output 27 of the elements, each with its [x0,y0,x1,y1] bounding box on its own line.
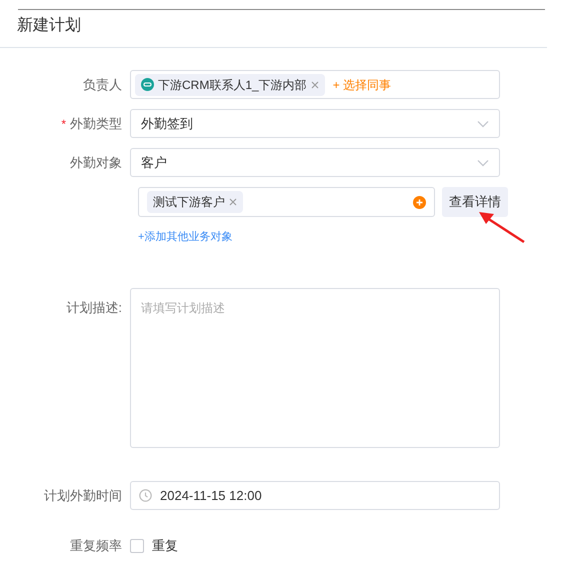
select-field[interactable]: 外勤签到 [130,109,500,138]
select-field[interactable]: 客户 [130,148,500,177]
field-label: 计划外勤时间 [44,486,122,505]
checkbox-label: 重复 [152,537,178,556]
chevron-down-icon [477,120,489,128]
view-details-button[interactable]: 查看详情 [442,187,508,217]
close-icon[interactable] [310,80,319,88]
close-icon[interactable] [229,198,237,206]
datetime-field[interactable]: 2024-11-15 12:00 [130,481,500,510]
field-label: 重复频率 [70,537,122,556]
assignee-field[interactable]: 下游CRM联系人1_下游内部 + 选择同事 [130,70,500,99]
description-field[interactable]: 请填写计划描述 [130,288,500,448]
avatar-icon [141,78,154,91]
required-mark: * [61,116,66,132]
field-label: 外勤对象 [70,154,122,172]
object-field[interactable]: 测试下游客户 [138,187,435,217]
field-label: 计划描述: [66,299,122,317]
add-icon[interactable] [413,196,426,208]
page-title: 新建计划 [17,17,81,34]
pointer-arrow-icon [478,210,526,244]
clock-icon [139,489,152,502]
chevron-down-icon [477,158,489,166]
tag-chip: 测试下游客户 [147,191,243,213]
field-label: 外勤类型 [70,114,122,133]
field-label: 负责人 [83,76,122,94]
repeat-checkbox[interactable] [130,539,144,553]
tag-chip: 下游CRM联系人1_下游内部 [135,74,325,96]
